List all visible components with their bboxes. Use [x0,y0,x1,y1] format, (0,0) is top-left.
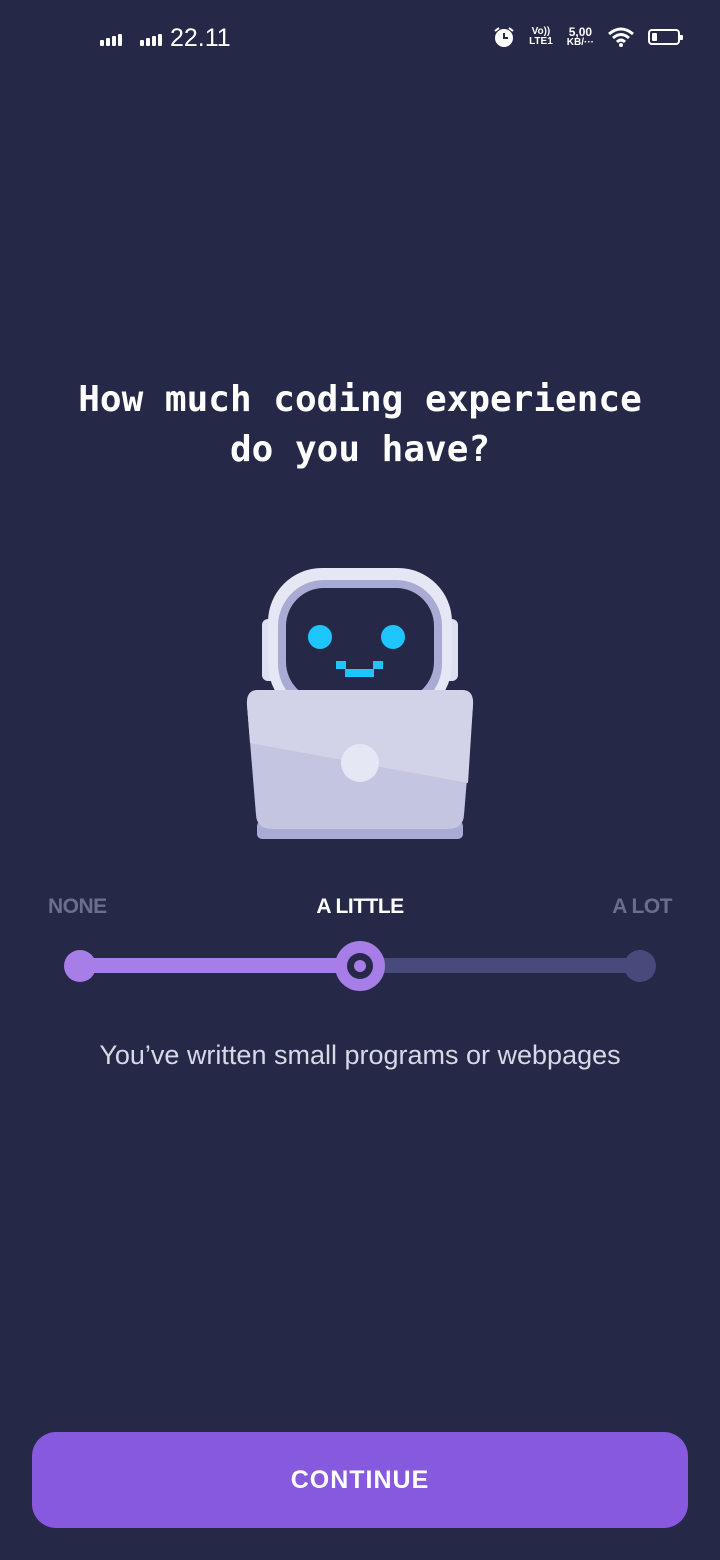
slider-stop-a-lot[interactable] [624,950,656,982]
experience-level-labels: NONE A LITTLE A LOT [0,895,720,925]
wifi-icon [608,27,634,47]
lte-label: LTE1 [529,36,553,47]
level-description: You’ve written small programs or webpage… [99,1040,621,1070]
signal-icon [100,34,122,46]
alarm-icon [493,26,515,48]
network-indicator: Vo)) LTE1 [529,27,553,47]
experience-slider[interactable] [60,940,660,992]
battery-icon [648,29,683,45]
status-time: 22.11 [170,24,231,52]
signal-icon [140,34,162,46]
continue-button[interactable]: CONTINUE [32,1432,688,1528]
slider-stop-none[interactable] [64,950,96,982]
level-a-lot-label[interactable]: A LOT [612,895,672,919]
slider-thumb-core [354,960,366,972]
speed-unit: KB/··· [566,37,594,48]
status-bar: 22.11 Vo)) LTE1 5,00 KB/··· [0,0,720,80]
slider-thumb[interactable] [335,941,385,991]
slider-track-empty [360,958,640,973]
slider-track-filled [80,958,360,973]
status-icons: Vo)) LTE1 5,00 KB/··· [493,26,683,48]
robot-illustration [240,565,480,845]
question-title: How much coding experience do you have? [78,379,642,470]
battery-level [652,33,657,41]
network-speed: 5,00 KB/··· [567,26,594,48]
